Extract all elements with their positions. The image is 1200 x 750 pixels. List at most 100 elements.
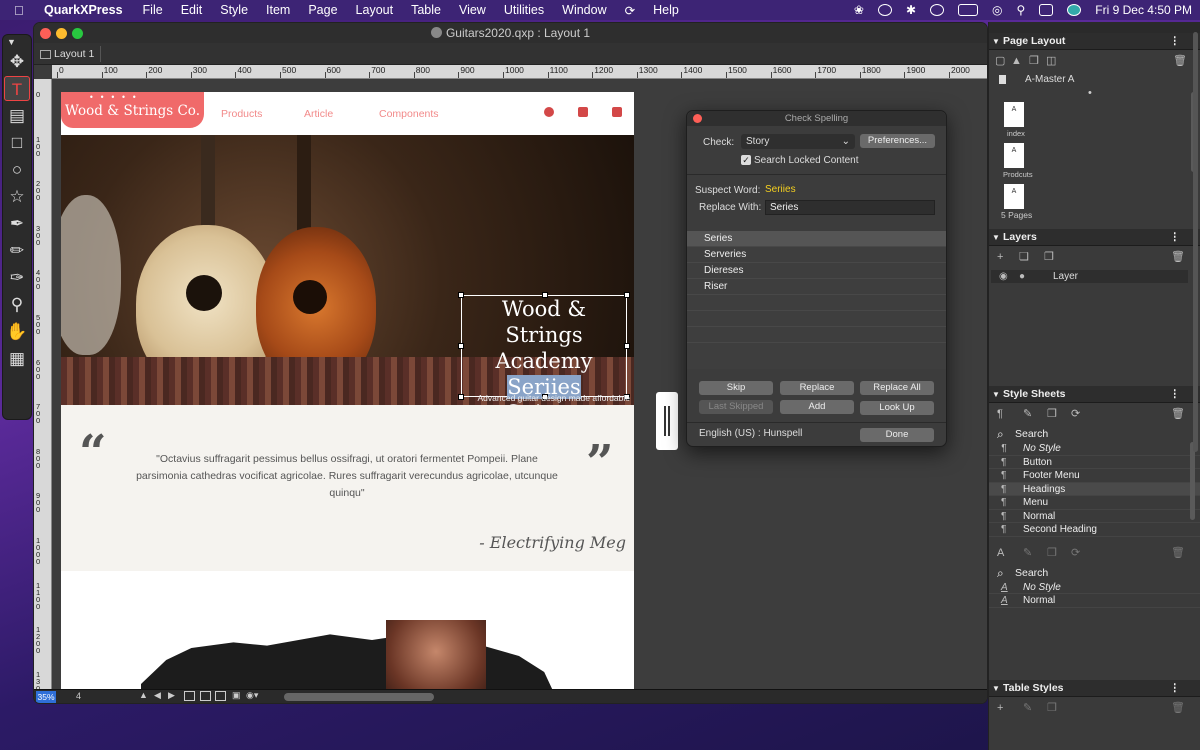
butterfly-icon[interactable]: ❀ (854, 3, 864, 17)
bluetooth-icon[interactable]: ✱ (906, 3, 916, 17)
apple-menu-icon[interactable]:  (14, 3, 36, 18)
move-to-layer-icon[interactable]: ❐ (1044, 252, 1055, 263)
menu-page[interactable]: Page (308, 3, 337, 17)
eye-icon[interactable]: ◉ (999, 270, 1008, 283)
pinterest-icon[interactable] (544, 107, 554, 117)
hero-image-box[interactable]: Wood & Strings Academy Seriies Guitars A… (61, 135, 634, 425)
more-options-icon[interactable]: ⋮ (1170, 680, 1181, 697)
hero-text-box[interactable]: Wood & Strings Academy Seriies Guitars (458, 292, 630, 425)
delete-style-icon[interactable]: 🗑 (1171, 409, 1185, 420)
suggestions-list[interactable]: Series Serveries Diereses Riser (687, 231, 946, 369)
duplicate-style-icon[interactable]: ❐ (1047, 409, 1058, 420)
horizontal-ruler[interactable]: 0 100 200 300 400 500 600 700 800 900 1000 1100 1200… (52, 65, 987, 79)
panel-scrollbar[interactable] (1193, 32, 1198, 452)
style-sheets-header[interactable]: Style Sheets ⋮ (989, 386, 1200, 403)
delete-table-style-icon[interactable]: 🗑 (1171, 702, 1185, 714)
replace-button[interactable]: Replace (780, 381, 854, 395)
handle-top-middle[interactable] (542, 292, 548, 298)
minimize-window-button[interactable] (56, 28, 67, 39)
paragraph-style-item[interactable]: Menu (989, 496, 1200, 510)
skip-button[interactable]: Skip (699, 381, 773, 395)
script-menu-icon[interactable]: ⟳ (625, 3, 635, 18)
preferences-button[interactable]: Preferences... (860, 134, 935, 148)
page-up-icon[interactable]: ▲ (139, 690, 148, 700)
suggestion-item[interactable]: Series (687, 231, 946, 247)
add-button[interactable]: Add (780, 400, 854, 414)
done-button[interactable]: Done (860, 428, 934, 442)
view-mode-2-icon[interactable] (200, 691, 211, 701)
picture-content-tool-icon[interactable]: ▤ (4, 103, 30, 128)
page-settings-icon[interactable]: ◫ (1046, 56, 1057, 67)
toolbox-collapse-icon[interactable]: ▼ (4, 37, 30, 47)
duplicate-char-style-icon[interactable]: ❐ (1047, 547, 1058, 559)
panel-grip[interactable] (989, 22, 1200, 33)
paragraph-style-item[interactable]: Headings (989, 482, 1200, 496)
layer-row[interactable]: ◉ ● Layer (991, 270, 1188, 283)
paragraph-style-item[interactable]: Button (989, 456, 1200, 469)
battery-icon[interactable] (958, 4, 979, 16)
menu-clock[interactable]: Fri 9 Dec 4:50 PM (1095, 3, 1192, 17)
page-number-field[interactable]: 4 (76, 691, 81, 701)
facebook-icon[interactable] (578, 107, 588, 117)
layers-header[interactable]: Layers ⋮ (989, 229, 1200, 246)
delete-page-icon[interactable]: 🗑 (1173, 56, 1187, 67)
youtube-icon[interactable] (612, 107, 622, 117)
look-up-button[interactable]: Look Up (860, 401, 934, 415)
zoom-window-button[interactable] (72, 28, 83, 39)
paragraph-style-item[interactable]: No Style (989, 442, 1200, 456)
character-style-item[interactable]: Normal (989, 594, 1200, 608)
new-page-icon[interactable]: ▢ (995, 56, 1006, 67)
delete-char-style-icon[interactable]: 🗑 (1171, 547, 1185, 559)
logo-box[interactable]: ••••• Wood & Strings Co. (61, 92, 204, 128)
view-mode-1-icon[interactable] (184, 691, 195, 701)
delete-layer-icon[interactable]: 🗑 (1171, 252, 1185, 263)
horizontal-scrollbar[interactable] (284, 693, 434, 701)
menu-style[interactable]: Style (220, 3, 248, 17)
update-char-style-icon[interactable]: ⟳ (1071, 547, 1082, 559)
character-style-item[interactable]: No Style (989, 581, 1200, 594)
menu-layout[interactable]: Layout (356, 3, 394, 17)
spotlight-search-icon[interactable]: ⚲ (1017, 3, 1026, 17)
eyedropper-tool-icon[interactable]: ✑ (4, 265, 30, 290)
headphones-icon[interactable] (877, 4, 892, 16)
master-row[interactable]: A-Master A (989, 72, 1200, 87)
suggestion-item[interactable]: Serveries (687, 247, 946, 263)
close-window-button[interactable] (40, 28, 51, 39)
replace-all-button[interactable]: Replace All (860, 381, 934, 395)
more-options-icon[interactable]: ⋮ (1170, 33, 1181, 50)
guitarist-photo[interactable] (386, 620, 486, 690)
siri-icon[interactable] (1067, 4, 1082, 16)
bezier-pen-tool-icon[interactable]: ✒ (4, 211, 30, 236)
new-character-style-icon[interactable]: A (997, 547, 1008, 559)
menu-table[interactable]: Table (411, 3, 441, 17)
add-layer-icon[interactable]: + (997, 252, 1008, 263)
more-options-icon[interactable]: ⋮ (1170, 229, 1181, 246)
duplicate-page-icon[interactable]: ❐ (1029, 56, 1040, 67)
zoom-tool-icon[interactable]: ⚲ (4, 292, 30, 317)
edit-table-style-icon[interactable]: ✎ (1023, 702, 1034, 714)
star-box-tool-icon[interactable]: ☆ (4, 184, 30, 209)
preview-icon[interactable]: ▣ (232, 690, 241, 701)
nav-article[interactable]: Article (304, 108, 333, 120)
pan-hand-tool-icon[interactable]: ✋ (4, 319, 30, 344)
layout-page[interactable]: ••••• Wood & Strings Co. Products Articl… (61, 92, 634, 690)
menu-utilities[interactable]: Utilities (504, 3, 544, 17)
suggestion-item[interactable]: Riser (687, 279, 946, 295)
update-style-icon[interactable]: ⟳ (1071, 409, 1082, 420)
replace-with-input[interactable] (765, 200, 935, 215)
merge-layers-icon[interactable]: ❏ (1019, 252, 1030, 263)
tab-layout-1[interactable]: Layout 1 (38, 46, 102, 62)
new-master-icon[interactable]: ▲ (1011, 56, 1022, 67)
vertical-ruler[interactable]: 0 100 200 300 400 500 600 700 800 900 1000 1100 1200… (34, 79, 52, 691)
edit-char-style-icon[interactable]: ✎ (1023, 547, 1034, 559)
page-thumb[interactable]: A (1004, 184, 1024, 209)
wifi-icon[interactable]: ◎ (992, 3, 1002, 17)
menu-window[interactable]: Window (562, 3, 606, 17)
split-view-handle[interactable] (656, 392, 678, 450)
handle-middle-left[interactable] (458, 343, 464, 349)
table-styles-header[interactable]: Table Styles ⋮ (989, 679, 1200, 697)
lock-icon[interactable]: ● (1019, 270, 1025, 283)
view-mode-3-icon[interactable] (215, 691, 226, 701)
app-menu[interactable]: QuarkXPress (44, 3, 123, 17)
page-thumb[interactable]: A (1004, 143, 1024, 168)
